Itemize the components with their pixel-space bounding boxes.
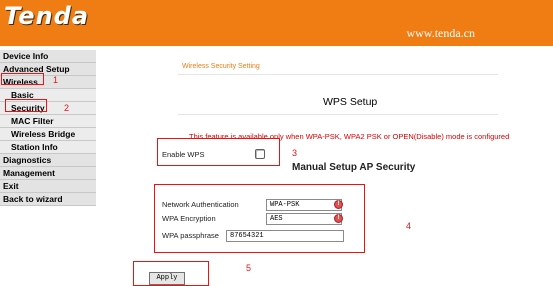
- top-header: Tenda www.tenda.cn: [0, 0, 553, 46]
- annotation-box-apply: [133, 261, 209, 286]
- divider: [178, 74, 498, 75]
- breadcrumb: Wireless Security Setting: [182, 63, 260, 70]
- sidebar-item-diagnostics[interactable]: Diagnostics: [0, 154, 96, 167]
- annotation-box-security: [5, 99, 47, 112]
- annotation-box-ap-security: [154, 184, 365, 253]
- sidebar-item-station-info[interactable]: Station Info: [0, 141, 96, 154]
- sidebar-item-wireless-bridge[interactable]: Wireless Bridge: [0, 128, 96, 141]
- annotation-number-1: 1: [53, 75, 59, 85]
- sidebar-item-management[interactable]: Management: [0, 167, 96, 180]
- manual-setup-title: Manual Setup AP Security: [292, 162, 416, 173]
- annotation-box-enable-wps: [157, 138, 280, 166]
- annotation-number-4: 4: [406, 221, 412, 231]
- divider: [178, 114, 498, 115]
- sidebar-nav: Device Info Advanced Setup Wireless Basi…: [0, 50, 96, 286]
- annotation-number-5: 5: [246, 263, 252, 273]
- header-url: www.tenda.cn: [406, 26, 475, 40]
- annotation-number-2: 2: [64, 103, 70, 113]
- wps-setup-title: WPS Setup: [323, 96, 378, 108]
- annotation-number-3: 3: [292, 148, 298, 158]
- sidebar-item-exit[interactable]: Exit: [0, 180, 96, 193]
- tenda-logo: Tenda: [4, 2, 90, 30]
- annotation-box-wireless: [1, 73, 44, 85]
- sidebar-item-mac-filter[interactable]: MAC Filter: [0, 115, 96, 128]
- sidebar-item-back-to-wizard[interactable]: Back to wizard: [0, 193, 96, 206]
- sidebar-item-device-info[interactable]: Device Info: [0, 50, 96, 63]
